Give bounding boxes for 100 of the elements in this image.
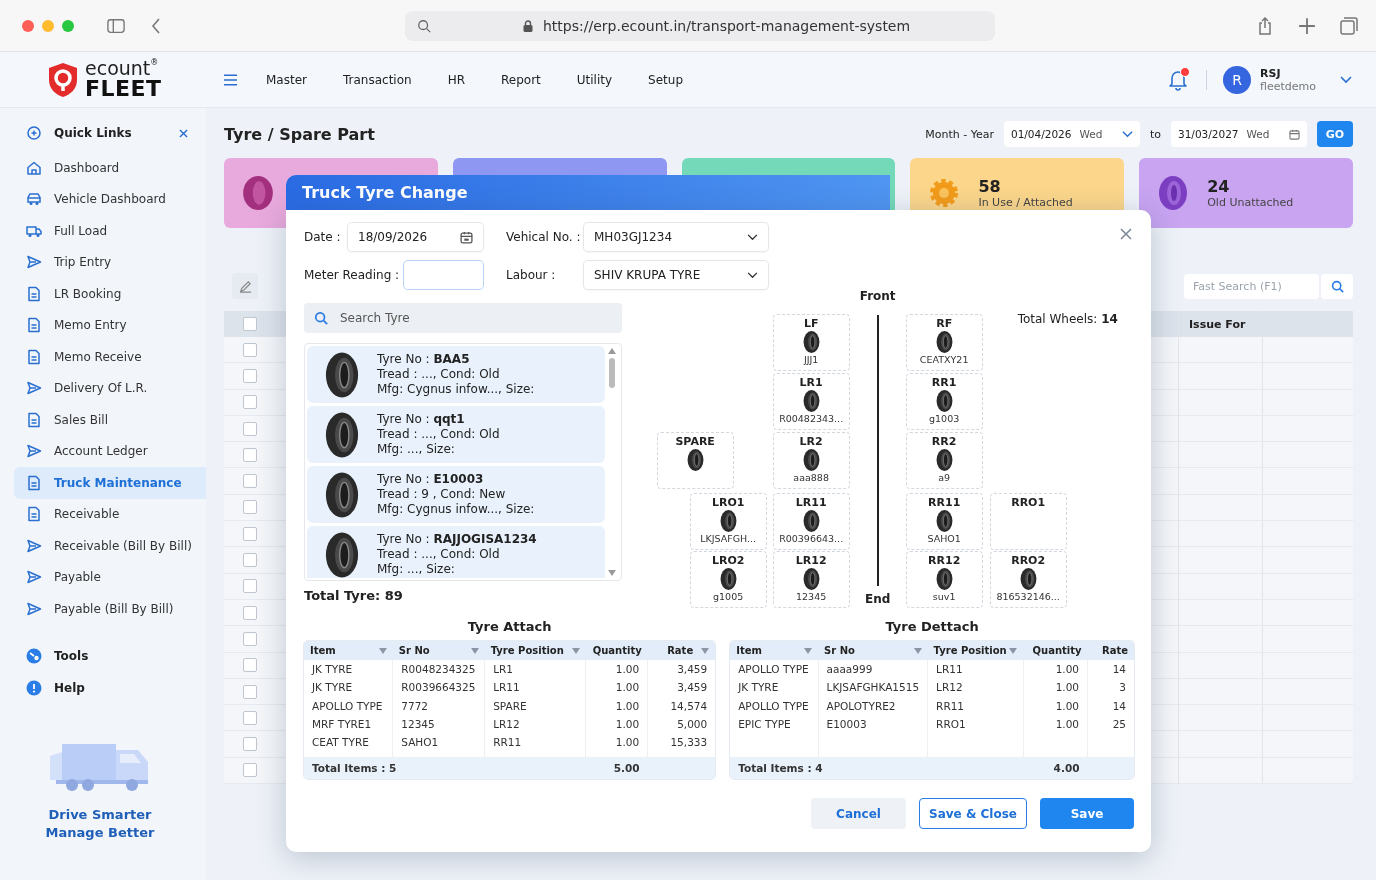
- sidebar-toggle-icon[interactable]: [107, 16, 125, 35]
- checkbox[interactable]: [243, 605, 257, 620]
- sidebar-item[interactable]: Memo Entry: [14, 309, 206, 341]
- sidebar-item[interactable]: Memo Receive: [14, 341, 206, 373]
- sidebar-item[interactable]: Payable: [14, 561, 206, 593]
- checkbox[interactable]: [243, 500, 257, 515]
- sidebar-item[interactable]: Trip Entry: [14, 246, 206, 278]
- tyre-list-item[interactable]: Tyre No : RAJJOGISA1234 Tread : ..., Cond: Old Mfg: ..., Size:: [307, 526, 605, 578]
- column-header[interactable]: Item: [730, 641, 819, 660]
- column-header[interactable]: Rate: [1087, 641, 1134, 660]
- filter-icon[interactable]: [378, 647, 387, 654]
- sidebar-item[interactable]: Receivable: [14, 498, 206, 530]
- column-header[interactable]: Issue For: [1178, 311, 1262, 337]
- menu-item[interactable]: HR: [447, 72, 465, 87]
- secondary-button[interactable]: Cancel: [811, 798, 906, 830]
- tabs-icon[interactable]: [1340, 16, 1358, 35]
- filter-icon[interactable]: [701, 647, 710, 654]
- column-header[interactable]: Tyre Position: [484, 641, 586, 660]
- sidebar-item[interactable]: Payable (Bill By Bill): [14, 593, 206, 625]
- checkbox[interactable]: [243, 579, 257, 594]
- scroll-thumb[interactable]: [608, 358, 615, 388]
- menu-item[interactable]: Transaction: [343, 72, 412, 87]
- column-header[interactable]: Tyre Position: [927, 641, 1024, 660]
- wheel-slot[interactable]: RR12 suv1: [905, 551, 983, 608]
- checkbox[interactable]: [243, 737, 257, 752]
- sidebar-item[interactable]: Dashboard: [14, 152, 206, 184]
- user-avatar[interactable]: R: [1223, 65, 1251, 94]
- from-date-field[interactable]: 01/04/2026 Wed: [1003, 121, 1140, 147]
- back-icon[interactable]: [151, 16, 161, 35]
- search-button[interactable]: [1321, 273, 1353, 299]
- chevron-down-icon[interactable]: [1340, 75, 1352, 84]
- to-date-field[interactable]: 31/03/2027 Wed: [1171, 121, 1307, 147]
- checkbox[interactable]: [243, 553, 257, 567]
- scroll-up-icon[interactable]: [607, 348, 616, 354]
- menu-item[interactable]: Utility: [576, 72, 613, 87]
- sidebar-item[interactable]: Delivery Of L.R.: [14, 372, 206, 404]
- meter-reading-field[interactable]: [404, 261, 483, 289]
- wheel-slot[interactable]: RR2 a9: [905, 432, 983, 489]
- sidebar-item[interactable]: Account Ledger: [14, 435, 206, 467]
- new-tab-icon[interactable]: [1298, 16, 1316, 35]
- wheel-slot[interactable]: RR1 g1003: [905, 373, 983, 430]
- tyre-search-field[interactable]: Search Tyre: [304, 303, 622, 333]
- wheel-slot[interactable]: LR2 aaa888: [772, 432, 850, 489]
- wheel-slot[interactable]: LR11 R00396643...: [772, 493, 850, 550]
- checkbox[interactable]: [243, 317, 257, 331]
- vehicle-select[interactable]: MH03GJ1234: [584, 223, 768, 251]
- sidebar-item[interactable]: Vehicle Dashboard: [14, 183, 206, 215]
- tyre-list-item[interactable]: Tyre No : qqt1 Tread : ..., Cond: Old Mfg: ..., Size:: [307, 406, 605, 463]
- checkbox[interactable]: [243, 684, 257, 699]
- wheel-slot[interactable]: LRO2 g1005: [689, 551, 767, 608]
- column-header[interactable]: Sr No: [818, 641, 928, 660]
- filter-icon[interactable]: [470, 647, 479, 654]
- sidebar-item[interactable]: Sales Bill: [14, 404, 206, 436]
- outline-button[interactable]: Save & Close: [919, 798, 1027, 830]
- checkbox[interactable]: [243, 658, 257, 673]
- tyre-list-item[interactable]: Tyre No : E10003 Tread : 9 , Cond: New Mfg: Cygnus infow..., Size:: [307, 466, 605, 523]
- checkbox[interactable]: [243, 447, 257, 462]
- edit-button[interactable]: [232, 273, 258, 299]
- wheel-slot[interactable]: LR12 12345: [772, 551, 850, 608]
- column-header[interactable]: Sr No: [392, 641, 485, 660]
- sidebar-item[interactable]: Truck Maintenance: [14, 467, 206, 499]
- wheel-slot[interactable]: SPARE: [656, 432, 734, 489]
- minimize-window-dot[interactable]: [42, 19, 54, 32]
- scroll-down-icon[interactable]: [607, 570, 616, 576]
- filter-icon[interactable]: [913, 647, 922, 654]
- sidebar-item[interactable]: Full Load: [14, 215, 206, 247]
- wheel-slot[interactable]: LRO1 LKJSAFGH...: [689, 493, 767, 550]
- checkbox[interactable]: [243, 421, 257, 436]
- wheel-slot[interactable]: RRO2 816532146...: [989, 551, 1067, 608]
- checkbox[interactable]: [243, 526, 257, 541]
- checkbox[interactable]: [243, 763, 257, 778]
- column-header[interactable]: Quantity: [1023, 641, 1088, 660]
- maximize-window-dot[interactable]: [62, 19, 74, 32]
- close-icon[interactable]: [179, 128, 188, 138]
- filter-icon[interactable]: [1009, 647, 1018, 654]
- close-window-dot[interactable]: [22, 19, 34, 32]
- wheel-slot[interactable]: RR11 SAHO1: [905, 493, 983, 550]
- sidebar-item[interactable]: Help: [14, 672, 206, 704]
- wheel-slot[interactable]: RF CEATXY21: [905, 314, 983, 371]
- date-field[interactable]: 18/09/2026: [348, 223, 483, 251]
- checkbox[interactable]: [243, 710, 257, 725]
- column-header[interactable]: Item: [304, 641, 393, 660]
- menu-item[interactable]: Report: [501, 72, 541, 87]
- sidebar-item[interactable]: LR Booking: [14, 278, 206, 310]
- filter-icon[interactable]: [804, 647, 813, 654]
- labour-select[interactable]: SHIV KRUPA TYRE: [584, 261, 768, 289]
- wheel-slot[interactable]: RRO1: [989, 493, 1067, 550]
- menu-item[interactable]: Master: [266, 72, 307, 87]
- checkbox[interactable]: [243, 368, 257, 383]
- checkbox[interactable]: [243, 474, 257, 489]
- menu-item[interactable]: Setup: [648, 72, 684, 87]
- wheel-slot[interactable]: LR1 R00482343...: [772, 373, 850, 430]
- address-bar[interactable]: https://erp.ecount.in/transport-management-system: [405, 10, 995, 41]
- wheel-slot[interactable]: LF JJJ1: [772, 314, 850, 371]
- share-icon[interactable]: [1256, 16, 1274, 35]
- sidebar-item[interactable]: Tools: [14, 640, 206, 672]
- go-button[interactable]: GO: [1317, 121, 1353, 147]
- primary-button[interactable]: Save: [1040, 798, 1134, 830]
- menu-icon[interactable]: [224, 73, 237, 86]
- column-header[interactable]: Rate: [647, 641, 716, 660]
